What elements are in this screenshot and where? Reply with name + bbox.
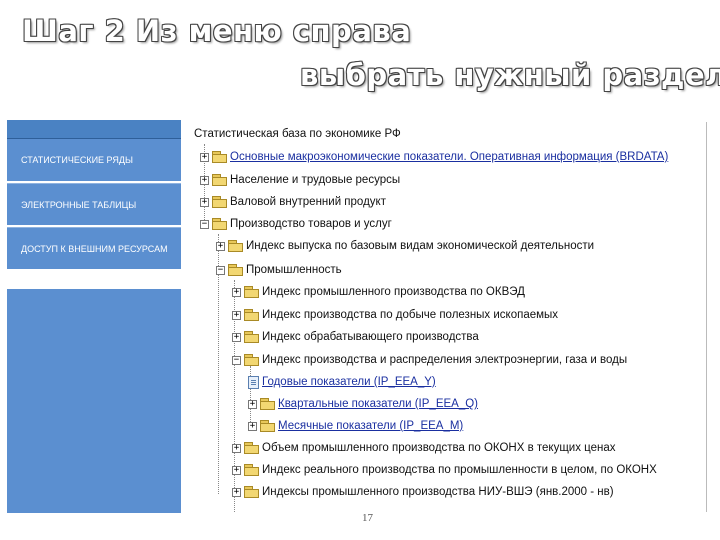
tree-node-label[interactable]: Объем промышленного производства по ОКОН… [262, 442, 616, 454]
expand-icon[interactable]: + [232, 443, 241, 453]
expand-icon[interactable]: + [232, 310, 241, 320]
tree-node[interactable]: + Индекс реального производства по промы… [232, 460, 657, 480]
folder-open-icon [228, 264, 243, 276]
tree-node[interactable]: + Квартальные показатели (IP_EEA_Q) [248, 394, 478, 414]
tree-node-label[interactable]: Месячные показатели (IP_EEA_M) [278, 420, 463, 432]
sidebar-panel [7, 286, 181, 513]
expand-icon[interactable]: + [200, 152, 209, 162]
folder-icon [244, 486, 259, 498]
tree-node[interactable]: − Промышленность [216, 260, 342, 280]
tree-node[interactable]: − Производство товаров и услуг [200, 214, 392, 234]
tree-node[interactable]: + Основные макроэкономические показатели… [200, 147, 668, 167]
document-icon [248, 375, 259, 389]
folder-icon [212, 196, 227, 208]
collapse-icon[interactable]: − [232, 355, 241, 365]
tree-node[interactable]: − Индекс производства и распределения эл… [232, 350, 627, 370]
tree-node-label[interactable]: Производство товаров и услуг [230, 218, 392, 230]
tree-root-label: Статистическая база по экономике РФ [194, 128, 401, 140]
tree-node[interactable]: + Месячные показатели (IP_EEA_M) [248, 416, 463, 436]
folder-icon [244, 464, 259, 476]
sidebar-header [7, 120, 181, 139]
folder-icon [212, 151, 227, 163]
expand-icon[interactable]: + [232, 332, 241, 342]
tree-node[interactable]: + Индекс обрабатывающего производства [232, 327, 479, 347]
expand-icon[interactable]: + [232, 287, 241, 297]
tree-node[interactable]: + Валовой внутренний продукт [200, 192, 386, 212]
folder-icon [244, 286, 259, 298]
tree-node-label[interactable]: Индекс реального производства по промышл… [262, 464, 657, 476]
folder-icon [244, 442, 259, 454]
expand-icon[interactable]: + [248, 399, 257, 409]
tree-node-label[interactable]: Индекс производства и распределения элек… [262, 354, 627, 366]
collapse-icon[interactable]: − [200, 219, 209, 229]
sidebar-item-statistical-series[interactable]: СТАТИСТИЧЕСКИЕ РЯДЫ [7, 139, 181, 183]
folder-open-icon [244, 354, 259, 366]
tree-node[interactable]: + Население и трудовые ресурсы [200, 170, 400, 190]
folder-icon [244, 309, 259, 321]
tree-node[interactable]: + Индекс производства по добыче полезных… [232, 305, 558, 325]
expand-icon[interactable]: + [216, 241, 225, 251]
collapse-icon[interactable]: − [216, 265, 225, 275]
tree-node-label[interactable]: Годовые показатели (IP_EEA_Y) [262, 376, 436, 388]
tree-node[interactable]: + Объем промышленного производства по ОК… [232, 438, 616, 458]
expand-icon[interactable]: + [232, 465, 241, 475]
sidebar-item-external-resources[interactable]: ДОСТУП К ВНЕШНИМ РЕСУРСАМ [7, 227, 181, 271]
expand-icon[interactable]: + [200, 175, 209, 185]
tree-node[interactable]: + Индекс выпуска по базовым видам эконом… [216, 236, 594, 256]
tree-node-label[interactable]: Индекс производства по добыче полезных и… [262, 309, 558, 321]
tree-node-label[interactable]: Квартальные показатели (IP_EEA_Q) [278, 398, 478, 410]
tree-node-label[interactable]: Валовой внутренний продукт [230, 196, 386, 208]
tree-node-label[interactable]: Основные макроэкономические показатели. … [230, 151, 668, 163]
sidebar-item-spreadsheets[interactable]: ЭЛЕКТРОННЫЕ ТАБЛИЦЫ [7, 183, 181, 227]
folder-icon [260, 398, 275, 410]
tree-node-label[interactable]: Индекс обрабатывающего производства [262, 331, 479, 343]
title-line-1: Шаг 2 Из меню справа [22, 14, 412, 48]
page-number: 17 [362, 512, 373, 524]
expand-icon[interactable]: + [232, 487, 241, 497]
expand-icon[interactable]: + [248, 421, 257, 431]
tree-node-label[interactable]: Индекс выпуска по базовым видам экономич… [246, 240, 594, 252]
folder-icon [260, 420, 275, 432]
tree-node[interactable]: + Индексы промышленного производства НИУ… [232, 482, 614, 502]
tree-node-label[interactable]: Промышленность [246, 264, 342, 276]
tree-node-label[interactable]: Индекс промышленного производства по ОКВ… [262, 286, 525, 298]
sidebar: СТАТИСТИЧЕСКИЕ РЯДЫ ЭЛЕКТРОННЫЕ ТАБЛИЦЫ … [7, 120, 181, 513]
folder-icon [244, 331, 259, 343]
folder-icon [228, 240, 243, 252]
tree-root: Статистическая база по экономике РФ [194, 124, 401, 144]
folder-open-icon [212, 218, 227, 230]
tree-node[interactable]: Годовые показатели (IP_EEA_Y) [248, 372, 436, 392]
expand-icon[interactable]: + [200, 197, 209, 207]
tree-node-label[interactable]: Население и трудовые ресурсы [230, 174, 400, 186]
title-line-2: выбрать нужный раздел [300, 58, 720, 92]
tree-node[interactable]: + Индекс промышленного производства по О… [232, 282, 525, 302]
tree-node-label[interactable]: Индексы промышленного производства НИУ-В… [262, 486, 614, 498]
category-tree: Статистическая база по экономике РФ + Ос… [186, 122, 706, 512]
folder-icon [212, 174, 227, 186]
tree-scroll-edge [706, 122, 707, 512]
